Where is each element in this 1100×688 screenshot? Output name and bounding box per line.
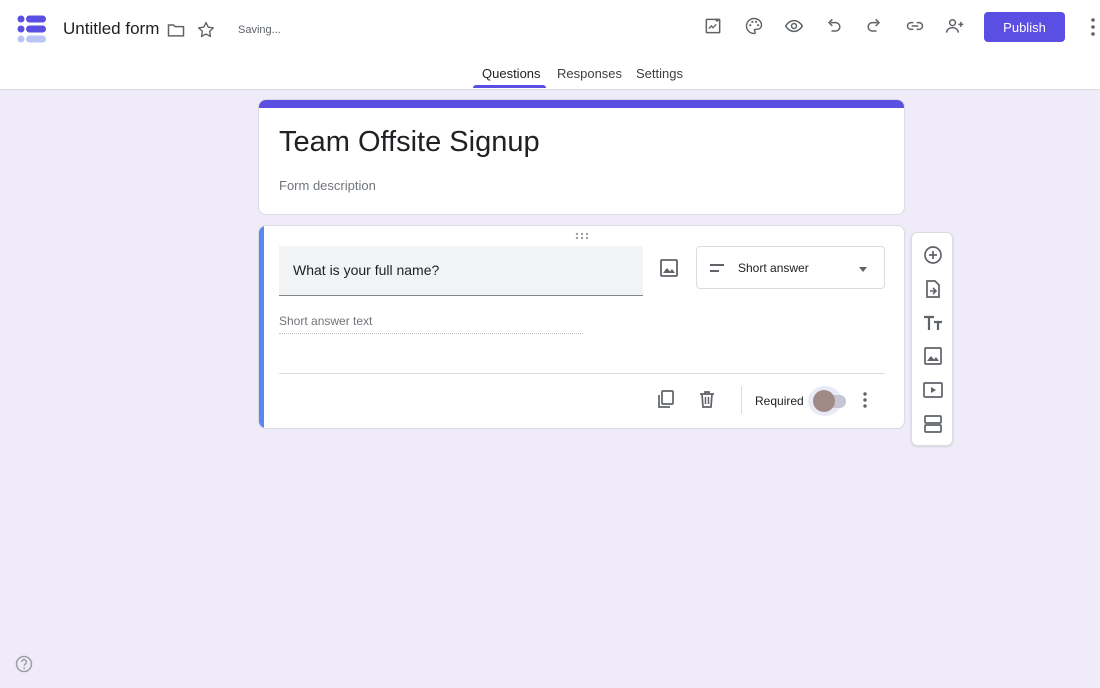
- add-image-icon[interactable]: [657, 256, 681, 280]
- footer-divider: [741, 386, 742, 414]
- short-answer-placeholder: Short answer text: [279, 314, 583, 334]
- forms-logo-icon[interactable]: [16, 14, 48, 44]
- customize-icon[interactable]: [701, 14, 725, 38]
- form-title-card: Team Offsite Signup Form description: [258, 99, 905, 215]
- save-status: Saving...: [238, 24, 281, 36]
- floating-toolbar: [911, 232, 953, 446]
- add-question-icon[interactable]: [922, 244, 944, 266]
- link-icon[interactable]: [903, 14, 927, 38]
- delete-icon[interactable]: [696, 388, 718, 410]
- tab-responses[interactable]: Responses: [557, 66, 622, 81]
- required-toggle[interactable]: [808, 386, 846, 416]
- add-title-icon[interactable]: [922, 312, 944, 334]
- tab-bar: Questions Responses Settings: [0, 62, 1100, 90]
- tab-settings[interactable]: Settings: [636, 66, 683, 81]
- question-card: What is your full name? Short answer Sho…: [258, 225, 905, 429]
- question-more-options-icon[interactable]: [856, 390, 874, 410]
- drag-handle-icon[interactable]: [575, 232, 589, 240]
- form-description-field[interactable]: Form description: [279, 178, 376, 193]
- help-icon[interactable]: [15, 655, 33, 673]
- preview-icon[interactable]: [782, 14, 806, 38]
- document-title[interactable]: Untitled form: [63, 19, 159, 39]
- add-section-icon[interactable]: [922, 413, 944, 435]
- add-collaborator-icon[interactable]: [943, 14, 967, 38]
- add-image-icon[interactable]: [922, 345, 944, 367]
- short-answer-icon: [710, 264, 724, 272]
- theme-color-bar: [259, 100, 904, 108]
- toggle-knob: [813, 390, 835, 412]
- question-type-dropdown[interactable]: Short answer: [696, 246, 885, 289]
- publish-button[interactable]: Publish: [984, 12, 1065, 42]
- tab-questions[interactable]: Questions: [482, 66, 541, 81]
- divider: [279, 373, 885, 374]
- question-type-label: Short answer: [738, 261, 809, 275]
- add-video-icon[interactable]: [922, 379, 944, 401]
- active-tab-indicator: [473, 85, 546, 88]
- redo-icon[interactable]: [862, 14, 886, 38]
- undo-icon[interactable]: [822, 14, 846, 38]
- import-questions-icon[interactable]: [922, 278, 944, 300]
- duplicate-icon[interactable]: [655, 388, 677, 410]
- active-question-indicator: [259, 226, 264, 428]
- star-icon[interactable]: [194, 18, 218, 42]
- required-label: Required: [755, 394, 804, 408]
- question-title-input[interactable]: What is your full name?: [279, 246, 643, 296]
- palette-icon[interactable]: [742, 14, 766, 38]
- chevron-down-icon: [859, 267, 867, 272]
- app-header: Untitled form Saving... Publish Question…: [0, 0, 1100, 90]
- folder-icon[interactable]: [164, 18, 188, 42]
- form-title[interactable]: Team Offsite Signup: [279, 126, 540, 159]
- question-text: What is your full name?: [293, 262, 440, 278]
- more-vert-icon[interactable]: [1086, 16, 1100, 38]
